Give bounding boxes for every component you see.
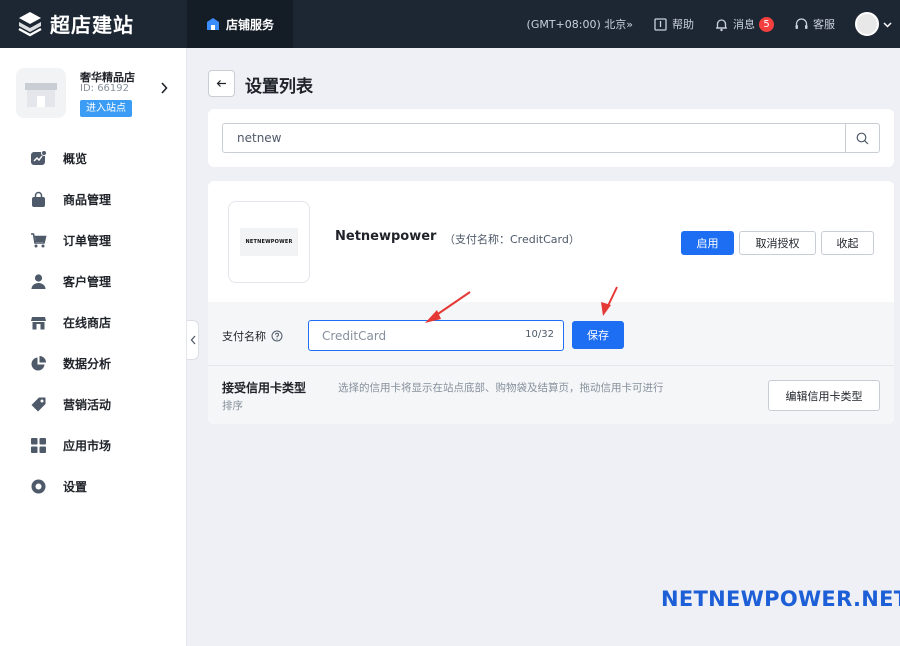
card-types-row: 接受信用卡类型 选择的信用卡将显示在站点底部、购物袋及结算页，拖动信用卡可进行 … xyxy=(208,365,894,424)
store-icon xyxy=(31,317,46,330)
apps-icon xyxy=(31,438,46,453)
sidebar-item-products[interactable]: 商品管理 xyxy=(0,179,186,220)
sidebar-item-online-store[interactable]: 在线商店 xyxy=(0,302,186,343)
headset-icon xyxy=(795,17,808,29)
messages-link[interactable]: 消息 5 xyxy=(714,16,774,32)
search-icon xyxy=(856,132,869,144)
store-switcher[interactable]: 奢华精品店 ID: 66192 进入站点 xyxy=(16,68,176,120)
tab-label: 店铺服务 xyxy=(225,17,274,32)
pie-icon xyxy=(31,356,46,371)
sidebar-item-label: 订单管理 xyxy=(63,234,112,248)
payment-logo-text: NETNEWPOWER xyxy=(240,228,298,256)
edit-card-types-button[interactable]: 编辑信用卡类型 xyxy=(768,380,880,411)
payment-name-label: 支付名称 xyxy=(222,328,283,344)
char-counter: 10/32 xyxy=(525,329,554,340)
sidebar-item-label: 商品管理 xyxy=(63,193,112,207)
support-label: 客服 xyxy=(813,18,835,31)
sidebar-item-app-market[interactable]: 应用市场 xyxy=(0,425,186,466)
payment-logo: NETNEWPOWER xyxy=(228,201,310,283)
sidebar-item-label: 数据分析 xyxy=(63,357,112,371)
sidebar-item-marketing[interactable]: 营销活动 xyxy=(0,384,186,425)
main-content: 设置列表 NETNEWPOWER Netnewpower （支付名称：Credi… xyxy=(187,48,900,646)
card-types-description-cont: 排序 xyxy=(222,400,243,412)
card-types-title: 接受信用卡类型 xyxy=(222,381,307,395)
user-icon xyxy=(31,274,46,289)
sidebar-item-overview[interactable]: 概览 xyxy=(0,138,186,179)
top-actions: (GMT+08:00) 北京» 帮助 消息 5 客服 xyxy=(527,0,900,48)
bag-icon xyxy=(32,191,45,207)
sidebar-item-label: 概览 xyxy=(63,152,88,166)
sidebar-item-label: 应用市场 xyxy=(63,439,112,453)
logo-icon xyxy=(18,11,42,36)
storefront-icon xyxy=(25,83,57,107)
search-button[interactable] xyxy=(845,123,880,153)
messages-label: 消息 xyxy=(733,18,755,31)
bell-icon xyxy=(716,18,727,31)
payment-name: Netnewpower xyxy=(335,229,437,244)
payment-alias: （支付名称：CreditCard） xyxy=(444,233,580,246)
payment-name-label-text: 支付名称 xyxy=(222,330,266,343)
arrow-left-icon xyxy=(216,80,226,87)
sidebar-item-label: 在线商店 xyxy=(63,316,112,330)
sidebar-item-label: 设置 xyxy=(63,480,88,494)
sidebar-item-analytics[interactable]: 数据分析 xyxy=(0,343,186,384)
store-services-icon xyxy=(206,18,219,30)
chevron-right-icon[interactable] xyxy=(160,82,168,94)
sidebar-item-customers[interactable]: 客户管理 xyxy=(0,261,186,302)
revoke-authorization-button[interactable]: 取消授权 xyxy=(739,231,816,255)
tab-store-services[interactable]: 店铺服务 xyxy=(187,0,293,48)
sidebar: 奢华精品店 ID: 66192 进入站点 概览 商品管理 订单管理 客户管理 在… xyxy=(0,48,187,646)
payment-name-input[interactable] xyxy=(309,321,509,350)
sidebar-item-label: 客户管理 xyxy=(63,275,112,289)
page-title: 设置列表 xyxy=(245,77,313,97)
sidebar-nav: 概览 商品管理 订单管理 客户管理 在线商店 数据分析 营销活动 应用市场 设置 xyxy=(0,138,186,507)
help-circle-icon[interactable] xyxy=(271,330,283,342)
collapse-button[interactable]: 收起 xyxy=(821,231,874,255)
tag-icon xyxy=(31,397,46,412)
chevron-down-icon[interactable] xyxy=(883,20,892,29)
sidebar-item-settings[interactable]: 设置 xyxy=(0,466,186,507)
watermark: NETNEWPOWER.NET xyxy=(661,587,900,611)
support-link[interactable]: 客服 xyxy=(794,16,835,32)
payment-name-row: 支付名称 10/32 保存 xyxy=(208,302,894,365)
save-button[interactable]: 保存 xyxy=(572,321,624,349)
message-count-badge: 5 xyxy=(759,16,774,32)
search-input[interactable] xyxy=(222,123,846,153)
user-avatar[interactable] xyxy=(855,12,879,36)
enable-button[interactable]: 启用 xyxy=(681,231,734,255)
book-icon xyxy=(654,17,667,31)
timezone-label: (GMT+08:00) 北京» xyxy=(526,18,633,31)
payment-name-field[interactable]: 10/32 xyxy=(308,320,564,351)
sidebar-item-orders[interactable]: 订单管理 xyxy=(0,220,186,261)
cart-icon xyxy=(31,233,47,248)
settings-icon xyxy=(31,479,46,494)
chart-icon xyxy=(31,150,47,165)
back-button[interactable] xyxy=(208,70,235,97)
search-card xyxy=(208,109,894,167)
help-link[interactable]: 帮助 xyxy=(653,16,694,32)
sidebar-item-label: 营销活动 xyxy=(63,398,112,412)
store-thumbnail xyxy=(16,68,66,118)
top-bar: 超店建站 店铺服务 (GMT+08:00) 北京» 帮助 消息 5 客服 xyxy=(0,0,900,48)
store-id: ID: 66192 xyxy=(80,83,130,94)
payment-method-card: NETNEWPOWER Netnewpower （支付名称：CreditCard… xyxy=(208,181,894,424)
brand-logo[interactable]: 超店建站 xyxy=(16,9,134,38)
timezone-selector[interactable]: (GMT+08:00) 北京» xyxy=(527,16,633,32)
card-types-description: 选择的信用卡将显示在站点底部、购物袋及结算页，拖动信用卡可进行 xyxy=(338,382,664,394)
enter-site-button[interactable]: 进入站点 xyxy=(80,100,132,117)
help-label: 帮助 xyxy=(672,18,694,31)
brand-name: 超店建站 xyxy=(50,13,134,37)
